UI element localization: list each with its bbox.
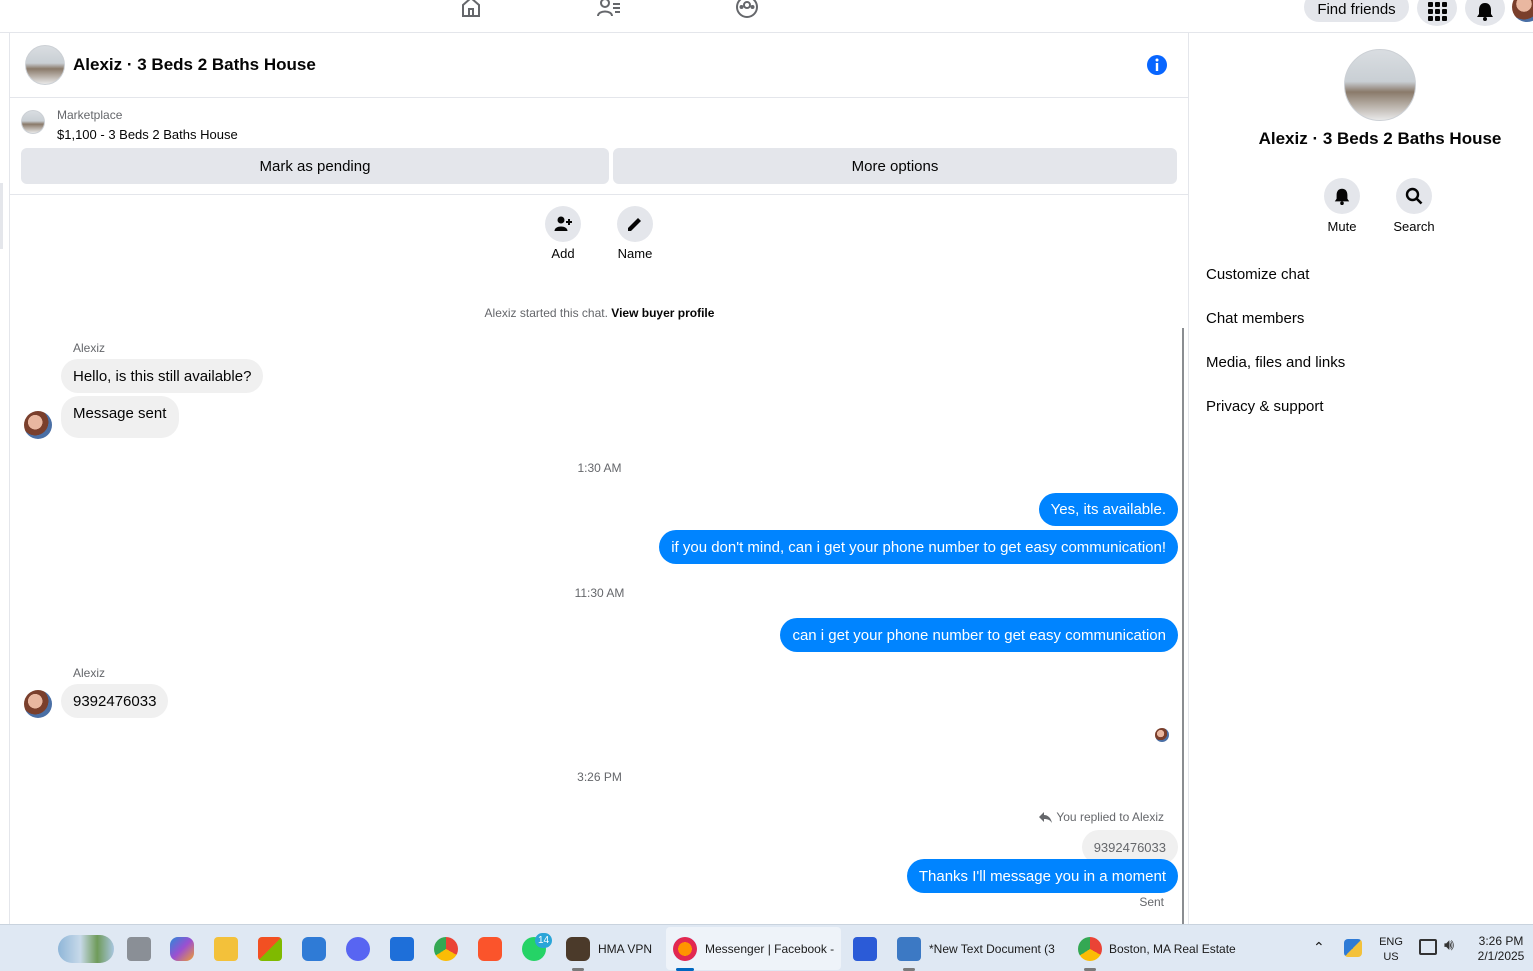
add-label: Add (551, 246, 575, 261)
privacy-support-item[interactable]: Privacy & support (1206, 398, 1324, 415)
outgoing-message[interactable]: Yes, its available. (1038, 493, 1178, 526)
mute-label: Mute (1327, 219, 1357, 234)
brave-icon[interactable] (478, 937, 502, 961)
search-label: Search (1393, 219, 1435, 234)
left-sidebar-edge (0, 33, 10, 924)
mark-as-pending-button[interactable]: Mark as pending (21, 148, 609, 184)
listing-title[interactable]: $1,100 - 3 Beds 2 Baths House (57, 127, 238, 142)
mute-button[interactable] (1324, 178, 1360, 214)
app-x-icon[interactable] (853, 937, 877, 961)
windows-taskbar: 14 HMA VPN Messenger | Facebook - *New T… (0, 924, 1533, 971)
chat-members-item[interactable]: Chat members (1206, 310, 1304, 327)
notepad-window-label[interactable]: *New Text Document (3 (929, 942, 1055, 956)
incoming-message[interactable]: Message sent (61, 396, 179, 438)
chat-panel: Alexiz · 3 Beds 2 Baths House Marketplac… (10, 33, 1189, 924)
chrome-profile-icon[interactable] (1078, 937, 1102, 961)
hma-vpn-label[interactable]: HMA VPN (598, 942, 652, 956)
tray-app-icon[interactable] (1344, 939, 1362, 957)
language-indicator[interactable]: ENG US (1378, 935, 1404, 965)
search-icon (1405, 187, 1423, 205)
incoming-message[interactable]: Hello, is this still available? (61, 359, 264, 393)
sender-name: Alexiz (73, 341, 106, 355)
home-icon[interactable] (458, 0, 484, 20)
reply-icon (1039, 811, 1053, 823)
sender-name: Alexiz (73, 666, 106, 680)
whatsapp-badge: 14 (535, 933, 552, 948)
chevron-up-icon[interactable]: ⌃ (1313, 939, 1325, 956)
find-friends-button[interactable]: Find friends (1304, 0, 1409, 22)
timestamp: 1:30 AM (577, 461, 622, 475)
vscode-icon[interactable] (390, 937, 414, 961)
top-navigation-bar: Find friends (0, 0, 1533, 33)
view-buyer-profile-link[interactable]: View buyer profile (611, 306, 714, 320)
customize-chat-item[interactable]: Customize chat (1206, 266, 1309, 283)
chat-avatar[interactable] (25, 45, 65, 85)
name-chat-button[interactable] (617, 206, 653, 242)
info-icon[interactable] (1146, 54, 1168, 76)
chat-started-notice: Alexiz started this chat. View buyer pro… (10, 306, 1189, 320)
started-text: Alexiz started this chat. (484, 306, 608, 320)
read-receipt-avatar (1155, 728, 1169, 742)
name-label: Name (617, 246, 653, 261)
details-title: Alexiz · 3 Beds 2 Baths House (1258, 129, 1502, 148)
hma-vpn-icon[interactable] (566, 937, 590, 961)
profile-avatar[interactable] (1512, 0, 1533, 22)
chat-title[interactable]: Alexiz · 3 Beds 2 Baths House (73, 55, 316, 75)
discord-icon[interactable] (346, 937, 370, 961)
groups-icon[interactable] (734, 0, 760, 20)
more-options-button[interactable]: More options (613, 148, 1177, 184)
chrome-window-label[interactable]: Boston, MA Real Estate (1109, 942, 1236, 956)
listing-thumbnail[interactable] (21, 110, 45, 134)
notepad-icon[interactable] (897, 937, 921, 961)
add-people-button[interactable] (545, 206, 581, 242)
marketplace-bar: Marketplace $1,100 - 3 Beds 2 Baths Hous… (10, 98, 1189, 195)
left-sidebar-marker (0, 183, 3, 249)
region-label: US (1383, 951, 1399, 963)
chrome-icon[interactable] (434, 937, 458, 961)
copilot-icon[interactable] (170, 937, 194, 961)
message-status: Sent (1139, 895, 1164, 909)
timestamp: 3:26 PM (577, 770, 622, 784)
clock-date: 2/1/2025 (1477, 949, 1525, 963)
task-view-icon[interactable] (127, 937, 151, 961)
incoming-message[interactable]: 9392476033 (61, 684, 169, 718)
grid-icon (1428, 2, 1447, 21)
marketplace-label: Marketplace (57, 108, 123, 122)
messenger-window-label[interactable]: Messenger | Facebook - (705, 942, 834, 956)
firefox-icon[interactable] (673, 937, 697, 961)
chat-details-panel: Alexiz · 3 Beds 2 Baths House Mute Searc… (1190, 33, 1533, 924)
notifications-button[interactable] (1465, 0, 1505, 26)
sender-avatar[interactable] (24, 411, 52, 439)
chat-header: Alexiz · 3 Beds 2 Baths House (10, 33, 1189, 98)
friends-icon[interactable] (596, 0, 622, 20)
microsoft-store-icon[interactable] (258, 937, 282, 961)
bell-icon (1334, 188, 1350, 205)
messages-scrollbar[interactable] (1182, 328, 1184, 924)
search-button[interactable] (1396, 178, 1432, 214)
file-explorer-icon[interactable] (214, 937, 238, 961)
add-person-icon (554, 216, 572, 231)
clock-time: 3:26 PM (1478, 934, 1524, 948)
volume-icon[interactable]: 🔊︎ (1444, 937, 1454, 955)
outgoing-message[interactable]: Thanks I'll message you in a moment (906, 859, 1178, 893)
replied-label: You replied to Alexiz (1056, 810, 1164, 824)
details-avatar[interactable] (1344, 49, 1416, 121)
app-icon[interactable] (302, 937, 326, 961)
sender-avatar[interactable] (24, 690, 52, 718)
media-files-links-item[interactable]: Media, files and links (1206, 354, 1345, 371)
pencil-icon (628, 218, 641, 231)
clock[interactable]: 3:26 PM 2/1/2025 (1470, 934, 1532, 964)
outgoing-message[interactable]: can i get your phone number to get easy … (780, 618, 1178, 652)
bell-icon (1477, 3, 1493, 21)
reply-indicator: You replied to Alexiz (1039, 810, 1164, 824)
weather-widget-icon[interactable] (58, 935, 114, 963)
language-label: ENG (1379, 936, 1403, 948)
timestamp: 11:30 AM (574, 586, 625, 600)
network-icon[interactable] (1419, 939, 1437, 955)
menu-grid-button[interactable] (1417, 0, 1457, 26)
outgoing-message[interactable]: if you don't mind, can i get your phone … (659, 530, 1178, 564)
